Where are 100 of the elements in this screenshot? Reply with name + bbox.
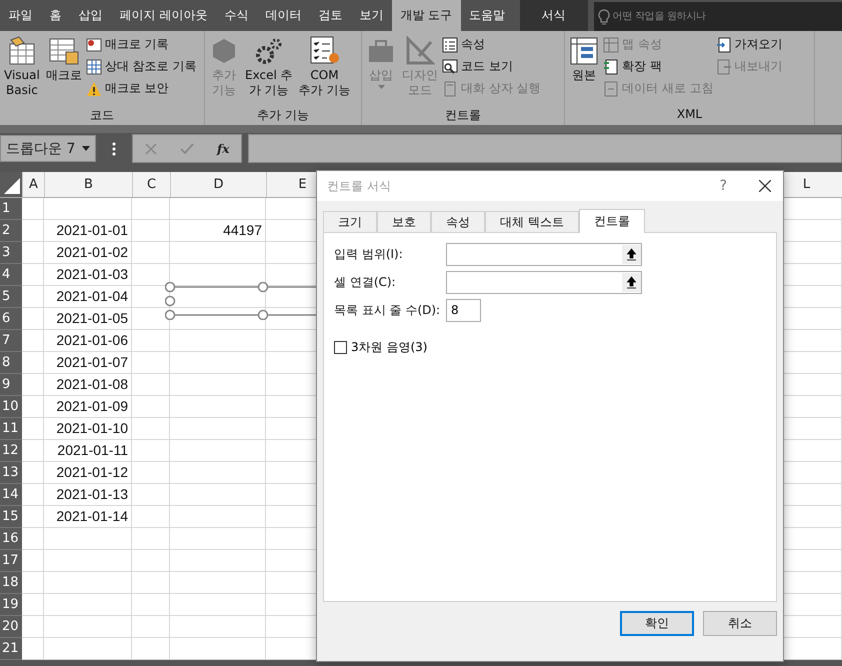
ribbon-button[interactable]: 매크로 보안 bbox=[86, 79, 196, 98]
group-label: 추가 기능 bbox=[256, 107, 310, 124]
row-header[interactable]: 13 bbox=[0, 462, 22, 484]
ribbon-tab[interactable]: 페이지 레이아웃 bbox=[111, 0, 216, 31]
ribbon-tab[interactable]: 서식 bbox=[520, 0, 588, 31]
formula-input[interactable] bbox=[248, 134, 842, 163]
column-header[interactable]: B bbox=[44, 172, 132, 197]
dialog-icon bbox=[442, 80, 458, 96]
warning-icon bbox=[86, 80, 102, 96]
row-header[interactable]: 8 bbox=[0, 352, 22, 374]
table-cell bbox=[132, 198, 170, 220]
ribbon-button[interactable]: 원본 bbox=[567, 34, 601, 107]
row-header[interactable]: 1 bbox=[0, 198, 22, 220]
ribbon-button[interactable]: 상대 참조로 기록 bbox=[86, 57, 196, 76]
range-field[interactable] bbox=[446, 271, 642, 294]
column-header[interactable]: C bbox=[132, 172, 170, 197]
ribbon-tab[interactable]: 도움말 bbox=[460, 0, 514, 31]
row-header[interactable]: 4 bbox=[0, 264, 22, 286]
column-header[interactable]: A bbox=[22, 172, 44, 197]
ribbon-tab[interactable]: 삽입 bbox=[70, 0, 111, 31]
table-cell: 2021-01-06 bbox=[44, 330, 132, 352]
close-icon[interactable] bbox=[759, 180, 771, 192]
ribbon-tab[interactable]: 수식 bbox=[216, 0, 257, 31]
check-icon[interactable] bbox=[180, 142, 194, 154]
ribbon-button[interactable]: Visual Basic bbox=[2, 34, 42, 107]
table-cell: 2021-01-04 bbox=[44, 286, 132, 308]
field-label: 셀 연결(C): bbox=[334, 274, 397, 291]
table-cell bbox=[132, 440, 170, 462]
ribbon-button[interactable]: Excel 추 가 기능 bbox=[243, 34, 295, 107]
row-header[interactable]: 9 bbox=[0, 374, 22, 396]
table-cell bbox=[132, 242, 170, 264]
ribbon-tab[interactable]: 홈 bbox=[41, 0, 70, 31]
ribbon-tab[interactable]: 파일 bbox=[0, 0, 41, 31]
row-header[interactable]: 6 bbox=[0, 308, 22, 330]
dialog-button[interactable]: 취소 bbox=[703, 611, 777, 636]
import-icon bbox=[716, 36, 732, 52]
row-header[interactable]: 5 bbox=[0, 286, 22, 308]
row-header[interactable]: 15 bbox=[0, 506, 22, 528]
table-cell: 2021-01-10 bbox=[44, 418, 132, 440]
ribbon-button[interactable]: COM 추가 기능 bbox=[296, 34, 352, 107]
row-header[interactable]: 19 bbox=[0, 594, 22, 616]
table-cell bbox=[132, 594, 170, 616]
table-cell bbox=[22, 506, 44, 528]
row-header[interactable]: 7 bbox=[0, 330, 22, 352]
row-header[interactable]: 21 bbox=[0, 638, 22, 660]
row-header[interactable]: 10 bbox=[0, 396, 22, 418]
dialog-tab[interactable]: 대체 텍스트 bbox=[485, 211, 579, 232]
table-cell: 2021-01-03 bbox=[44, 264, 132, 286]
ribbon-button[interactable]: 속성 bbox=[442, 35, 541, 54]
ribbon-button[interactable]: 매크로 bbox=[44, 34, 84, 107]
row-header[interactable]: 18 bbox=[0, 572, 22, 594]
collapse-icon[interactable] bbox=[622, 245, 641, 264]
checkbox[interactable] bbox=[334, 341, 347, 354]
row-header[interactable]: 2 bbox=[0, 220, 22, 242]
ribbon-tab[interactable]: 데이터 bbox=[256, 0, 310, 31]
row-header[interactable]: 14 bbox=[0, 484, 22, 506]
table-cell bbox=[22, 418, 44, 440]
map-properties-icon bbox=[603, 36, 619, 52]
table-cell: 2021-01-13 bbox=[44, 484, 132, 506]
more-icon[interactable] bbox=[112, 142, 116, 156]
insert-function-button[interactable]: fx bbox=[217, 142, 230, 156]
caret-icon bbox=[378, 85, 384, 89]
ribbon-tab[interactable]: 보기 bbox=[350, 0, 392, 31]
table-cell bbox=[132, 638, 170, 660]
help-button[interactable]: ? bbox=[720, 178, 727, 194]
ribbon-tab[interactable]: 검토 bbox=[310, 0, 351, 31]
dialog-tab[interactable]: 보호 bbox=[377, 211, 431, 232]
table-cell bbox=[22, 550, 44, 572]
ribbon-button[interactable]: 확장 팩 bbox=[603, 57, 714, 76]
refresh-data-icon bbox=[603, 80, 619, 96]
table-cell: 2021-01-11 bbox=[44, 440, 132, 462]
row-header[interactable]: 12 bbox=[0, 440, 22, 462]
ribbon-tab[interactable]: 개발 도구 bbox=[392, 0, 461, 31]
table-cell: 2021-01-02 bbox=[44, 242, 132, 264]
search-field[interactable]: 어떤 작업을 원하시나 bbox=[594, 2, 842, 31]
ribbon-button[interactable]: 매크로 기록 bbox=[86, 35, 196, 54]
name-box[interactable]: 드롭다운 7 bbox=[0, 135, 96, 162]
table-cell: 2021-01-01 bbox=[44, 220, 132, 242]
dialog-tab[interactable]: 속성 bbox=[431, 211, 485, 232]
row-header[interactable]: 16 bbox=[0, 528, 22, 550]
row-header[interactable]: 17 bbox=[0, 550, 22, 572]
spreadsheet-icon bbox=[6, 36, 37, 66]
dialog-tab[interactable]: 크기 bbox=[323, 211, 377, 232]
gear-icon bbox=[254, 36, 284, 66]
range-field[interactable] bbox=[446, 243, 642, 266]
row-header[interactable]: 11 bbox=[0, 418, 22, 440]
ribbon-button[interactable]: 가져오기 bbox=[716, 35, 783, 54]
column-header[interactable]: D bbox=[170, 172, 266, 197]
number-field[interactable]: 8 bbox=[446, 299, 481, 322]
select-all-icon[interactable] bbox=[4, 178, 20, 194]
table-cell bbox=[22, 242, 44, 264]
dialog-button[interactable]: 확인 bbox=[620, 611, 694, 636]
table-cell bbox=[132, 528, 170, 550]
dialog-tab[interactable]: 컨트롤 bbox=[578, 209, 645, 233]
collapse-icon[interactable] bbox=[622, 273, 641, 292]
ribbon-button[interactable]: 코드 보기 bbox=[442, 57, 541, 76]
row-header[interactable]: 20 bbox=[0, 616, 22, 638]
row-header[interactable]: 3 bbox=[0, 242, 22, 264]
selected-control-outline[interactable] bbox=[165, 282, 316, 320]
export-icon bbox=[716, 58, 732, 74]
